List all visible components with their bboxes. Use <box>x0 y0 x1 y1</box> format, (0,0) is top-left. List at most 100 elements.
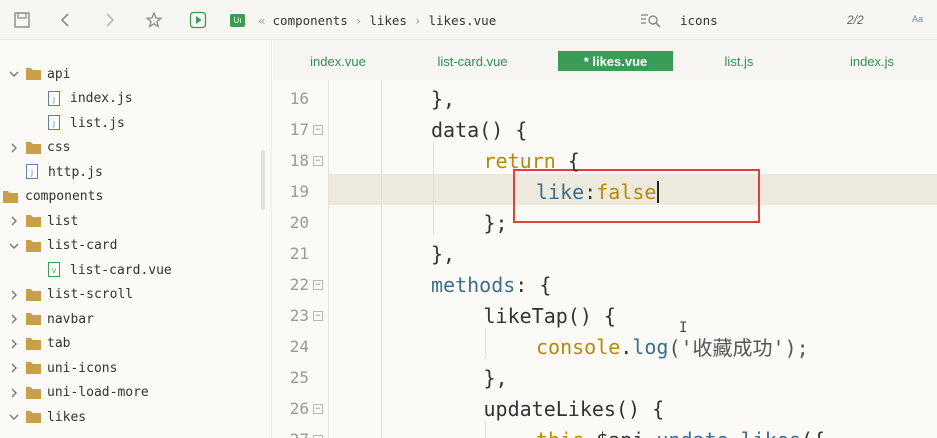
fold-toggle-icon[interactable]: − <box>313 156 323 166</box>
sidebar-item-list-card[interactable]: list-card <box>0 234 271 258</box>
code-token: }, <box>483 365 508 390</box>
editor-tab-bar: index.vue list-card.vue * likes.vue list… <box>273 40 937 80</box>
folder-icon <box>26 239 41 252</box>
indent-guide <box>328 80 329 438</box>
breadcrumb-item-likes[interactable]: likes <box>369 13 407 28</box>
line-number: 18 <box>289 151 309 170</box>
match-case-icon[interactable]: Aa <box>912 14 923 24</box>
tab-list-card-vue[interactable]: list-card.vue <box>425 51 520 71</box>
code-line: updateLikes() { <box>484 393 665 424</box>
chevron-right-icon[interactable] <box>8 387 20 399</box>
sidebar-item-list-js[interactable]: Jlist.js <box>0 111 271 135</box>
sidebar-item-label: uni-load-more <box>47 385 149 400</box>
code-token: likeTap() { <box>483 303 616 328</box>
search-bar: 2/2 Aa <box>640 8 937 32</box>
sidebar-item-api[interactable]: api <box>0 62 271 86</box>
code-line: this.$api.update_likes({ <box>536 424 825 438</box>
text-cursor <box>657 180 660 203</box>
folder-icon <box>26 411 41 423</box>
code-token: data() { <box>431 117 528 142</box>
indent-guide <box>485 328 486 359</box>
breadcrumb-separator: › <box>354 12 363 28</box>
indent-guide <box>381 80 382 438</box>
folder-icon <box>26 141 41 154</box>
tab-likes-vue[interactable]: * likes.vue <box>558 51 673 71</box>
search-input[interactable] <box>680 10 840 30</box>
save-icon[interactable] <box>10 8 34 32</box>
run-icon[interactable] <box>186 8 210 32</box>
code-line: console. log ('收藏成功'); <box>536 331 809 362</box>
sidebar-item-list-scroll[interactable]: list-scroll <box>0 283 271 307</box>
code-token: . <box>620 334 633 359</box>
folder-icon <box>26 288 41 301</box>
code-editor[interactable]: I 16}, 17− data() {18− return {19 like: false… <box>273 80 937 438</box>
breadcrumb: Uı « components › likes › likes.vue <box>230 8 496 32</box>
sidebar-item-index-js[interactable]: Jindex.js <box>0 87 271 111</box>
star-icon[interactable] <box>142 8 166 32</box>
fold-toggle-icon[interactable]: − <box>313 404 323 414</box>
line-number: 26 <box>289 399 309 418</box>
sidebar-item-label: list-card <box>47 238 118 253</box>
sidebar-item-label: http.js <box>48 164 103 180</box>
sidebar-item-list[interactable]: list <box>0 209 271 233</box>
sidebar-item-likes[interactable]: likes <box>0 405 271 429</box>
tab-list-js[interactable]: list.js <box>709 51 769 71</box>
code-line: methods: { <box>431 269 551 300</box>
code-line: }, <box>484 362 508 393</box>
code-token: updateLikes() { <box>483 396 665 421</box>
project-explorer: api Jindex.js Jlist.js css Jhttp.js component… <box>0 40 272 438</box>
line-number: 21 <box>289 244 309 263</box>
tab-index-vue[interactable]: index.vue <box>298 51 378 71</box>
chevron-right-icon[interactable] <box>8 215 20 227</box>
chevron-right-icon[interactable] <box>8 313 20 325</box>
forward-icon[interactable] <box>97 8 121 32</box>
sidebar-item-label: uni-icons <box>47 360 118 376</box>
code-token: ('收藏成功'); <box>668 336 809 360</box>
sidebar-item-navbar[interactable]: navbar <box>0 307 271 331</box>
code-token: : <box>584 179 597 204</box>
code-line: likeTap() { <box>484 300 616 331</box>
chevron-right-icon[interactable] <box>8 362 20 374</box>
chevron-down-icon[interactable] <box>8 68 20 80</box>
chevron-down-icon[interactable] <box>8 240 20 252</box>
sidebar-item-http-js[interactable]: Jhttp.js <box>0 160 271 184</box>
breadcrumb-item-file[interactable]: likes.vue <box>429 13 497 28</box>
code-token: }, <box>431 241 456 266</box>
folder-icon <box>26 337 41 350</box>
code-line: }, <box>431 238 455 269</box>
svg-text:J: J <box>52 96 55 104</box>
code-token: { <box>555 148 580 173</box>
svg-text:V: V <box>52 267 57 275</box>
sidebar-item-label: css <box>47 140 71 155</box>
code-line: return { <box>484 145 580 176</box>
fold-toggle-icon[interactable]: − <box>313 280 323 290</box>
breadcrumb-item-components[interactable]: components <box>273 13 348 28</box>
sidebar-item-components[interactable]: components <box>0 185 271 209</box>
breadcrumb-separator: « <box>258 12 266 28</box>
chevron-right-icon[interactable] <box>8 142 20 154</box>
chevron-down-icon[interactable] <box>8 411 20 423</box>
sidebar-item-list-card-vue[interactable]: Vlist-card.vue <box>0 258 271 282</box>
back-icon[interactable] <box>54 8 78 32</box>
sidebar-item-uni-icons[interactable]: uni-icons <box>0 356 271 380</box>
sidebar-item-tab[interactable]: tab <box>0 332 271 356</box>
js-file-icon: J <box>48 115 60 130</box>
code-token: .$api. <box>584 428 656 438</box>
code-token: false <box>596 179 657 204</box>
chevron-right-icon[interactable] <box>8 289 20 301</box>
folder-icon <box>26 215 41 227</box>
tab-index-js[interactable]: index.js <box>836 51 908 71</box>
code-token: log <box>632 334 669 359</box>
code-token: this <box>536 428 584 438</box>
line-number: 19 <box>289 182 309 201</box>
sidebar-item-css[interactable]: css <box>0 136 271 160</box>
chevron-right-icon[interactable] <box>8 338 20 350</box>
code-line: }; <box>484 207 508 238</box>
code-token: }; <box>483 210 508 235</box>
sidebar-item-uni-load-more[interactable]: uni-load-more <box>0 381 271 405</box>
line-number: 27 <box>273 430 309 438</box>
code-line: }, <box>431 83 455 114</box>
fold-toggle-icon[interactable]: − <box>313 125 323 135</box>
code-token: : { <box>515 272 552 297</box>
fold-toggle-icon[interactable]: − <box>313 311 323 321</box>
